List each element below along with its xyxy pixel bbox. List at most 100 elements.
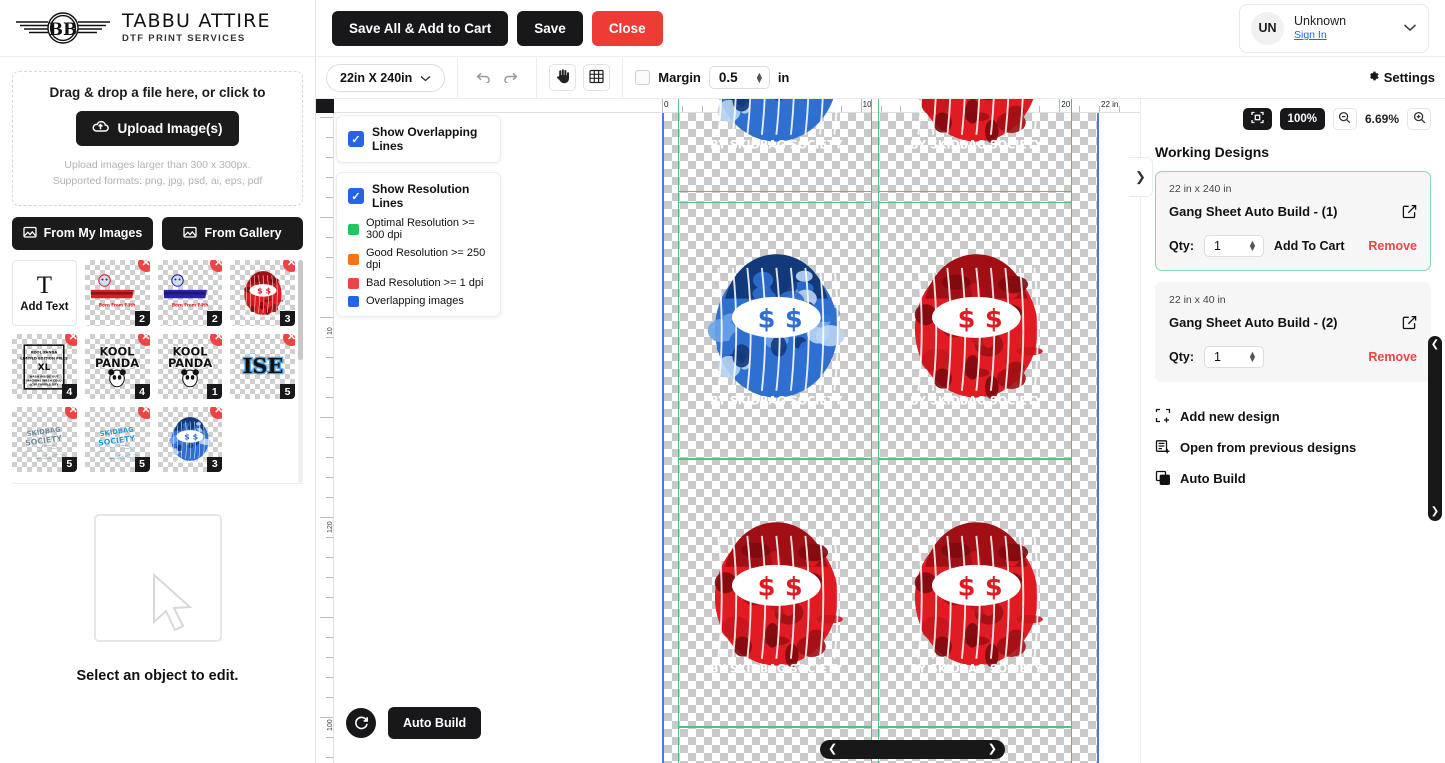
from-gallery-label: From Gallery — [204, 226, 282, 241]
asset-thumbnail[interactable]: Born From Filth ✕ 2 — [157, 259, 223, 327]
thumbnail-count-badge: 2 — [207, 311, 223, 327]
asset-thumbnail[interactable]: Born From Filth ✕ 2 — [84, 259, 150, 327]
add-to-cart-link[interactable]: Add To Cart — [1274, 239, 1345, 253]
asset-thumbnail[interactable]: ISE ✕ 5 — [230, 334, 295, 400]
upload-images-button[interactable]: Upload Image(s) — [76, 111, 239, 146]
ruler-tick — [326, 497, 333, 498]
save-all-add-to-cart-button[interactable]: Save All & Add to Cart — [332, 10, 509, 46]
canvas-design-item[interactable]: $$BY SKIDBAG SOCIETY — [878, 191, 1072, 459]
asset-thumbnail[interactable]: SKIDBAG SOCIETY ✕ 5 — [84, 407, 150, 472]
ruler-tick — [320, 617, 333, 618]
refresh-circle-icon[interactable] — [346, 708, 376, 738]
edit-square-icon[interactable] — [1402, 315, 1417, 330]
edit-square-icon[interactable] — [1402, 204, 1417, 219]
sheet-size-select[interactable]: 22in X 240in — [326, 63, 446, 92]
zoom-reset-button[interactable]: 100% — [1279, 108, 1325, 130]
user-account-menu[interactable]: UN Unknown Sign In — [1239, 3, 1429, 53]
canvas-auto-build-button[interactable]: Auto Build — [388, 707, 482, 739]
redo-button[interactable] — [497, 64, 524, 91]
cursor-select-icon — [93, 514, 222, 643]
pan-tool-button[interactable] — [549, 64, 577, 91]
show-overlapping-lines-checkbox[interactable]: ✓ — [348, 131, 364, 147]
asset-thumbnail[interactable]: KOOL PANDA ✕ 1 — [157, 334, 223, 400]
upload-dropzone[interactable]: Drag & drop a file here, or click to Upl… — [12, 71, 303, 206]
zoom-out-button[interactable] — [1332, 108, 1357, 130]
chevron-left-icon[interactable]: ❮ — [828, 744, 837, 755]
legend-item: Good Resolution >= 250 dpi — [348, 247, 489, 271]
panel-collapse-toggle[interactable]: ❯ — [1129, 157, 1153, 197]
canvas-design-item[interactable]: $$BY SKIDBAG SOCIETY — [678, 459, 872, 727]
chevron-down-icon — [1403, 19, 1417, 37]
qty-stepper[interactable]: ▲ ▼ — [1248, 350, 1257, 364]
add-text-label: Add Text — [20, 300, 69, 313]
add-text-tile[interactable]: T Add Text — [12, 259, 77, 327]
asset-thumbnail[interactable]: $ $ BY SKIDBAG SOCIETY ✕ 3 — [157, 407, 223, 472]
ruler-tick — [326, 357, 333, 358]
design-card[interactable]: 22 in x 240 in Gang Sheet Auto Build - (1… — [1155, 171, 1431, 271]
remove-design-link[interactable]: Remove — [1368, 350, 1417, 364]
design-artwork: $$BY SKIDBAG SOCIETY — [891, 99, 1060, 186]
margin-controls: Margin 0.5 ▲ ▼ in — [635, 66, 789, 89]
ruler-label: 10 — [327, 327, 334, 335]
from-gallery-button[interactable]: From Gallery — [162, 216, 303, 250]
sign-in-link[interactable]: Sign In — [1294, 29, 1393, 42]
close-button[interactable]: Close — [591, 10, 663, 46]
asset-thumbnail[interactable]: KOOL PANDA LIMITED EDITION PIECE XL WASH IN… — [12, 334, 77, 400]
asset-thumbnail[interactable]: $ $ BY SKIDBAG SOCIETY ✕ 3 — [230, 259, 295, 327]
gang-sheet[interactable]: $ $ BY SKIDBAG SOCIETY $ $ BY SKIDBAG SOCIETY… — [662, 99, 1099, 763]
qty-input[interactable]: 1 ▲ ▼ — [1204, 235, 1264, 257]
panel-action-add-design[interactable]: Add new design — [1155, 408, 1431, 424]
canvas-design-item[interactable]: $$BY SKIDBAG SOCIETY — [878, 99, 1072, 203]
svg-text:$: $ — [257, 286, 262, 295]
asset-thumbnail[interactable]: SKIDBAG SOCIETY ✕ 5 — [12, 407, 77, 472]
design-dimensions: 22 in x 40 in — [1169, 294, 1226, 306]
thumbnail-count-badge: 5 — [61, 456, 77, 472]
canvas-design-item[interactable]: $$BY SKIDBAG SOCIETY — [878, 459, 1072, 727]
canvas-design-item[interactable]: $$BY SKIDBAG SOCIETY — [678, 99, 872, 203]
asset-thumbnail-grid: T Add Text Born From Filth ✕ 2 Born From Fi… — [12, 259, 303, 472]
hand-pan-icon — [555, 68, 570, 87]
fit-to-screen-button[interactable] — [1242, 108, 1272, 130]
design-canvas[interactable]: 0102022 in 10120100 $$BY SKIDBAG SOCIETY… — [316, 99, 1140, 763]
margin-stepper[interactable]: ▲ ▼ — [755, 70, 764, 84]
upload-size-note: Upload images larger than 300 x 300px. — [64, 159, 251, 171]
save-button[interactable]: Save — [517, 10, 583, 46]
grid-tool-button[interactable] — [583, 64, 611, 91]
ruler-label: 22 in — [1101, 100, 1119, 109]
undo-button[interactable] — [470, 64, 497, 91]
svg-text:BB: BB — [49, 20, 78, 40]
ruler-tick — [326, 737, 333, 738]
svg-text:$: $ — [184, 433, 189, 442]
zoom-in-button[interactable] — [1407, 108, 1431, 130]
margin-input[interactable]: 0.5 ▲ ▼ — [708, 66, 770, 89]
from-my-images-button[interactable]: From My Images — [12, 216, 153, 250]
canvas-design-item[interactable]: $$BY SKIDBAG SOCIETY — [678, 191, 872, 459]
close-x-icon[interactable]: ✕ — [283, 259, 295, 272]
svg-text:LIMITED EDITION PIECE: LIMITED EDITION PIECE — [21, 356, 69, 360]
close-x-icon[interactable]: ✕ — [210, 259, 223, 272]
design-card[interactable]: 22 in x 40 in Gang Sheet Auto Build - (2)… — [1155, 282, 1431, 382]
ruler-tick — [326, 437, 333, 438]
design-card-list: 22 in x 240 in Gang Sheet Auto Build - (1… — [1141, 171, 1445, 382]
thumbnail-count-badge: 5 — [134, 456, 150, 472]
ruler-tick — [320, 717, 333, 718]
canvas-horizontal-scrollbar[interactable]: ❮ ❯ — [820, 740, 1005, 759]
empty-state-text: Select an object to edit. — [76, 668, 239, 685]
chevron-up-icon[interactable]: ❮ — [1431, 340, 1439, 350]
qty-input[interactable]: 1 ▲ ▼ — [1204, 346, 1264, 368]
asset-thumbnail[interactable]: KOOL PANDA ✕ 4 — [84, 334, 150, 400]
chevron-right-icon[interactable]: ❯ — [988, 744, 997, 755]
settings-button[interactable]: Settings — [1366, 69, 1435, 86]
svg-text:BY SKIDBAG SOCIETY: BY SKIDBAG SOCIETY — [910, 138, 1043, 151]
qty-stepper[interactable]: ▲ ▼ — [1248, 239, 1257, 253]
show-resolution-lines-checkbox[interactable]: ✓ — [348, 188, 364, 204]
ruler-tick — [326, 637, 333, 638]
margin-checkbox[interactable] — [635, 70, 651, 85]
thumbnail-scrollbar[interactable] — [298, 259, 303, 483]
chevron-down-icon[interactable]: ❯ — [1431, 507, 1439, 517]
remove-design-link[interactable]: Remove — [1368, 239, 1417, 253]
grid-table-icon — [589, 69, 604, 87]
panel-action-layers-auto-build[interactable]: Auto Build — [1155, 470, 1431, 486]
panel-vertical-scrollbar[interactable]: ❮ ❯ — [1428, 336, 1442, 521]
panel-action-open-previous[interactable]: Open from previous designs — [1155, 439, 1431, 455]
